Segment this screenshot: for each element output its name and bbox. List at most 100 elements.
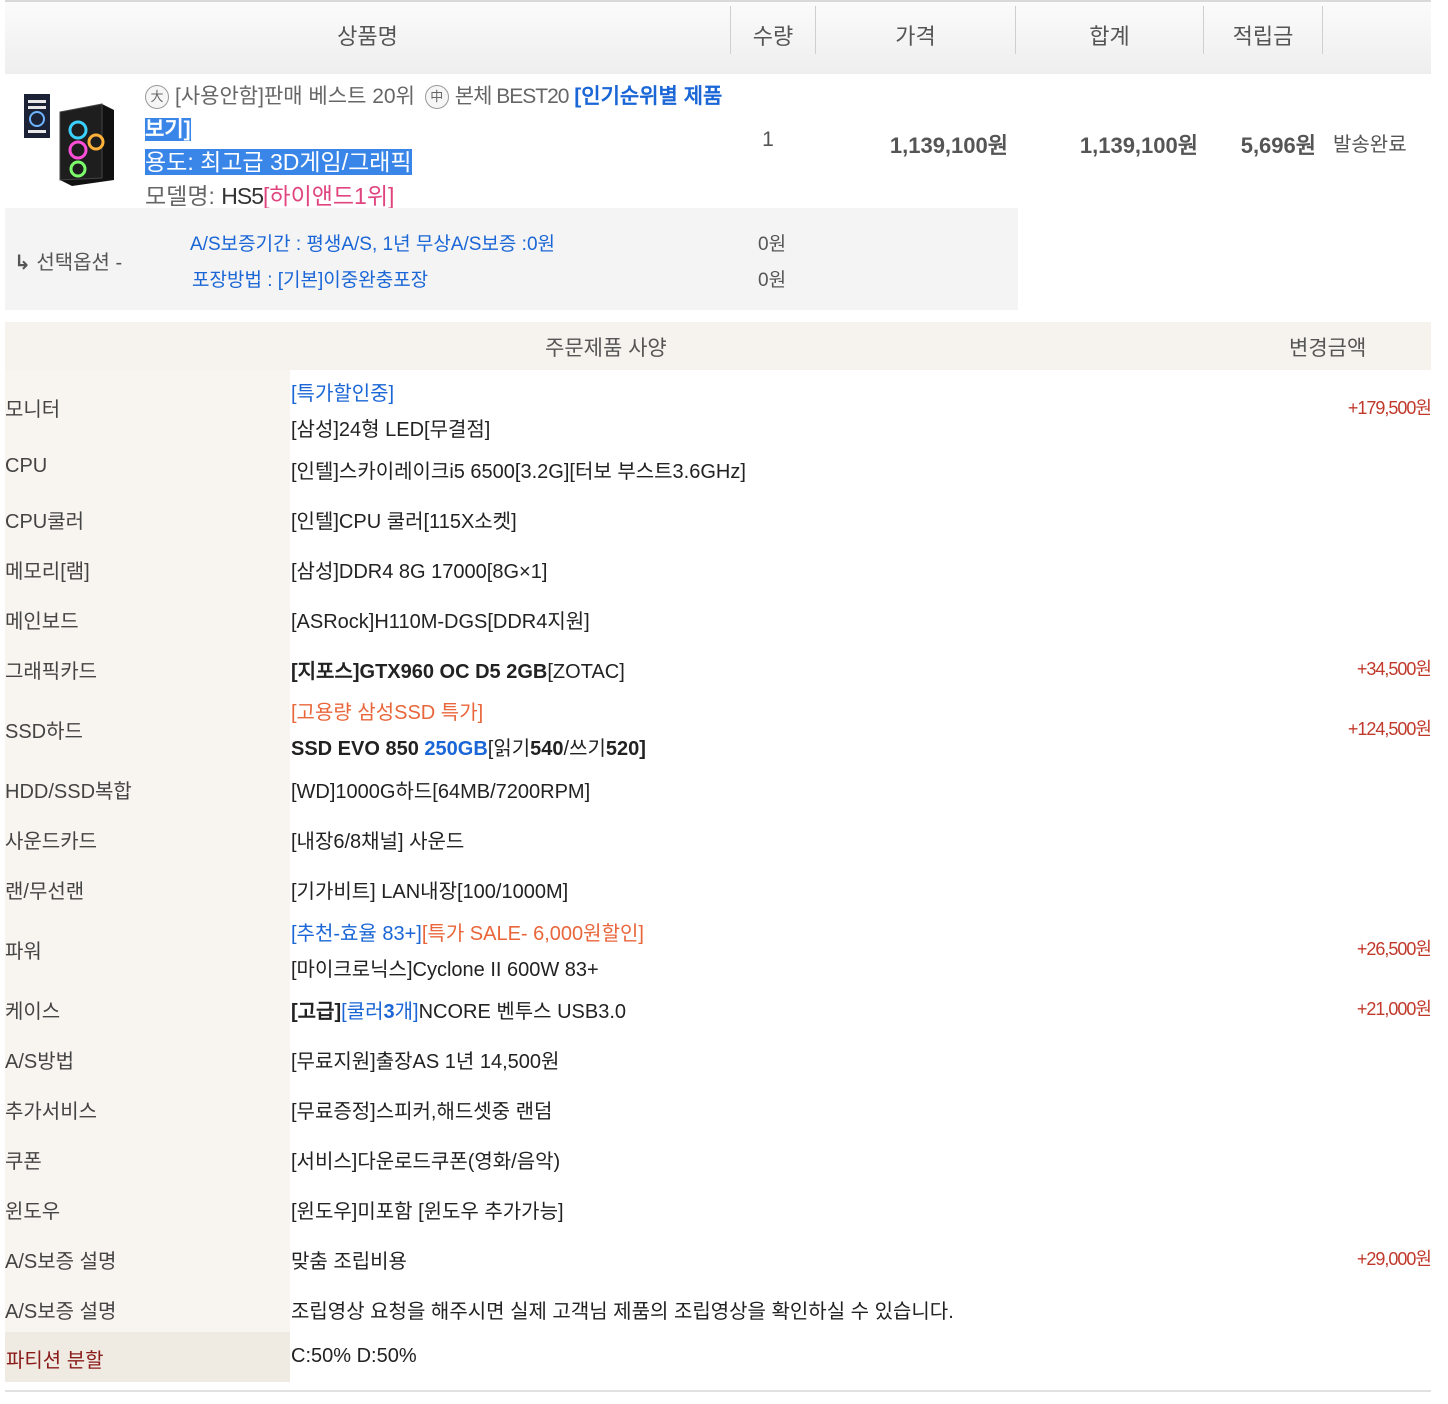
options-label-text: 선택옵션 -	[36, 252, 123, 274]
spec-label: 윈도우	[5, 1201, 61, 1223]
spec-note-sale: [특가 SALE- 6,000원할인]	[421, 923, 644, 945]
spec-value: [특가할인중] [삼성]24형 LED[무결점]	[291, 376, 490, 448]
spec-value: [지포스]GTX960 OC D5 2GB[ZOTAC]	[291, 655, 625, 684]
option-item: A/S보증기간 : 평생A/S, 1년 무상A/S보증 :0원	[190, 234, 555, 255]
spec-value: [ASRock]H110M-DGS[DDR4지원]	[291, 611, 590, 633]
spec-label: HDD/SSD복합	[5, 781, 132, 803]
spec-text-highlight: 3	[383, 1001, 395, 1023]
spec-text: NCORE 벤투스 USB3.0	[418, 1001, 627, 1023]
spec-value: [인텔]스카이레이크i5 6500[3.2G][터보 부스트3.6GHz]	[291, 461, 746, 483]
spec-text: [읽기	[487, 738, 531, 760]
header-qty: 수량	[752, 24, 794, 49]
popular-rank-link[interactable]: [인기순위별 제품	[574, 85, 722, 108]
spec-value: [무료지원]출장AS 1년 14,500원	[291, 1051, 560, 1073]
tag-best20[interactable]: 본체 BEST20	[455, 85, 570, 108]
spec-title: 주문제품 사양	[545, 337, 667, 360]
options-label: ↳ 선택옵션 -	[14, 246, 122, 275]
spec-text: [마이크로닉스]Cyclone II 600W 83+	[291, 959, 599, 981]
spec-text-highlight: [쿨러	[341, 1001, 384, 1023]
spec-amount: +179,500원	[1347, 398, 1432, 418]
header-total: 합계	[1089, 24, 1130, 49]
spec-value: [고용량 삼성SSD 특가] SSD EVO 850 250GB[읽기540/쓰…	[291, 695, 646, 767]
header-divider	[1322, 6, 1323, 54]
spec-label: SSD하드	[5, 721, 83, 743]
header-points: 적립금	[1232, 24, 1294, 49]
spec-label: 모니터	[5, 399, 61, 421]
spec-label: 추가서비스	[5, 1101, 97, 1123]
product-name-block: 大 [사용안함]판매 베스트 20위 中 본체 BEST20 [인기순위별 제품 보…	[145, 80, 735, 213]
spec-label: 메모리[램]	[5, 561, 90, 583]
size-large-icon: 大	[145, 85, 169, 110]
spec-text-bold: 540	[530, 738, 564, 760]
spec-label: 랜/무선랜	[5, 881, 85, 903]
model-rank: [하이앤드1위]	[263, 183, 395, 209]
spec-label: A/S보증 설명	[5, 1251, 117, 1273]
spec-value: [윈도우]미포함 [윈도우 추가가능]	[291, 1201, 564, 1223]
spec-change-title: 변경금액	[1289, 337, 1367, 360]
model-label: 모델명:	[145, 183, 222, 209]
spec-value: [삼성]DDR4 8G 17000[8G×1]	[291, 561, 548, 583]
bottom-border	[5, 1390, 1431, 1392]
spec-amount: +21,000원	[1356, 999, 1432, 1019]
option-price: 0원	[758, 270, 787, 291]
model-name: HS5	[221, 183, 264, 209]
spec-value: [인텔]CPU 쿨러[115X소켓]	[291, 511, 517, 533]
spec-label: A/S방법	[5, 1051, 75, 1073]
spec-label: 케이스	[5, 1001, 61, 1023]
spec-text: /쓰기	[563, 738, 606, 760]
option-item: 포장방법 : [기본]이중완충포장	[192, 270, 429, 291]
spec-text: [삼성]24형 LED[무결점]	[291, 419, 491, 441]
spec-label: 사운드카드	[5, 831, 97, 853]
spec-note: [특가할인중]	[291, 383, 395, 405]
size-medium-icon: 中	[424, 85, 449, 110]
spec-value: [기가비트] LAN내장[100/1000M]	[291, 881, 569, 903]
table-header: 상품명 수량 가격 합계 적립금	[5, 2, 1431, 74]
spec-text-bold: [지포스]GTX960 OC D5 2GB	[291, 661, 548, 683]
spec-text-bold: 520]	[605, 738, 646, 760]
spec-value: 맞춤 조립비용	[291, 1251, 407, 1273]
tag-best-seller[interactable]: [사용안함]판매 베스트 20위	[175, 85, 415, 108]
product-total: 1,139,100원	[1079, 133, 1198, 158]
arrow-return-icon: ↳	[14, 252, 31, 274]
product-thumbnail[interactable]	[22, 92, 118, 188]
spec-value: C:50% D:50%	[291, 1345, 417, 1367]
popular-rank-link-cont[interactable]: 보기]	[145, 118, 191, 141]
product-price: 1,139,100원	[889, 133, 1008, 158]
spec-label: 쿠폰	[5, 1151, 42, 1173]
spec-value: [서비스]다운로드쿠폰(영화/음악)	[291, 1151, 561, 1173]
spec-value: [WD]1000G하드[64MB/7200RPM]	[291, 781, 591, 803]
spec-text-highlight: 250GB	[424, 738, 488, 760]
order-status: 발송완료	[1333, 134, 1407, 156]
spec-label: 파티션 분할	[6, 1350, 104, 1372]
product-points: 5,696원	[1240, 133, 1316, 158]
product-qty: 1	[762, 128, 774, 151]
spec-value: [고급][쿨러3개]NCORE 벤투스 USB3.0	[291, 995, 626, 1024]
spec-amount: +26,500원	[1356, 939, 1432, 959]
spec-value: [무료증정]스피커,해드셋중 랜덤	[291, 1101, 553, 1123]
spec-value: 조립영상 요청을 해주시면 실제 고객님 제품의 조립영상을 확인하실 수 있습…	[291, 1301, 954, 1323]
spec-amount: +29,000원	[1356, 1249, 1432, 1269]
header-product: 상품명	[337, 24, 398, 49]
spec-label: 메인보드	[5, 611, 79, 633]
spec-amount: +124,500원	[1347, 719, 1432, 739]
spec-amount: +34,500원	[1356, 659, 1432, 679]
product-usage: 용도: 최고급 3D게임/그래픽	[145, 149, 412, 175]
spec-note: [고용량 삼성SSD 특가]	[291, 702, 484, 724]
spec-label: 파워	[5, 941, 42, 963]
spec-text-bold: SSD EVO 850	[291, 738, 425, 760]
spec-value: [내장6/8채널] 사운드	[291, 831, 465, 853]
option-price: 0원	[758, 234, 787, 255]
spec-value: [추천-효율 83+][특가 SALE- 6,000원할인] [마이크로닉스]C…	[291, 916, 644, 988]
pc-case-icon	[24, 94, 114, 186]
header-price: 가격	[895, 24, 936, 49]
spec-label: CPU	[5, 455, 48, 477]
spec-header: 주문제품 사양 변경금액	[5, 322, 1431, 370]
spec-label: 그래픽카드	[5, 661, 97, 683]
partition-label-cell: 파티션 분할	[5, 1332, 290, 1382]
spec-text-highlight: 개]	[394, 1001, 419, 1023]
spec-label: CPU쿨러	[5, 511, 85, 533]
spec-text-bold: [고급]	[291, 1001, 342, 1023]
spec-note: [추천-효율 83+]	[291, 923, 422, 945]
options-box	[5, 208, 1018, 310]
product-tags-line: 大 [사용안함]판매 베스트 20위 中 본체 BEST20 [인기순위별 제품	[145, 80, 735, 113]
